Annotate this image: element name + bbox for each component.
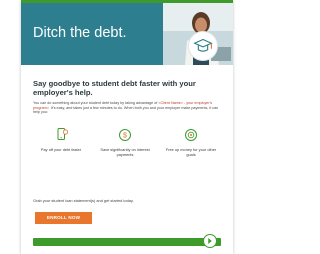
intro-text-start: You can do something about your student … (33, 101, 159, 105)
hero-title: Ditch the debt. (33, 25, 127, 41)
arrow-right-icon[interactable] (203, 234, 217, 248)
phone-payment-icon (57, 128, 69, 140)
benefit-pay-off-faster: Pay off your debt faster (35, 127, 87, 153)
target-goals-icon (185, 129, 197, 141)
email-card: Ditch the debt. Say goodbye to student d… (21, 0, 233, 254)
headline: Say goodbye to student debt faster with … (33, 79, 196, 97)
footer-progress-bar (33, 238, 221, 246)
benefit-save-interest: $ Save significantly on interest payment… (99, 127, 151, 158)
benefit-label: Save significantly on interest payments (100, 147, 150, 157)
hero-banner: Ditch the debt. (21, 3, 233, 65)
graduation-cap-icon (188, 31, 218, 61)
intro-text-end: . It's easy, and takes just a few minute… (33, 105, 219, 115)
svg-text:$: $ (123, 133, 127, 140)
intro-paragraph: You can do something about your student … (33, 101, 223, 115)
benefit-free-up-money: Free up money for your other goals (165, 127, 217, 158)
benefits-row: Pay off your debt faster $ Save signific… (33, 127, 221, 197)
money-savings-icon: $ (119, 129, 131, 141)
benefit-label: Pay off your debt faster (40, 147, 82, 152)
enroll-now-button[interactable]: ENROLL NOW (35, 212, 92, 224)
get-started-text: Grab your student loan statement(s) and … (33, 198, 134, 203)
benefit-label: Free up money for your other goals (165, 147, 217, 157)
